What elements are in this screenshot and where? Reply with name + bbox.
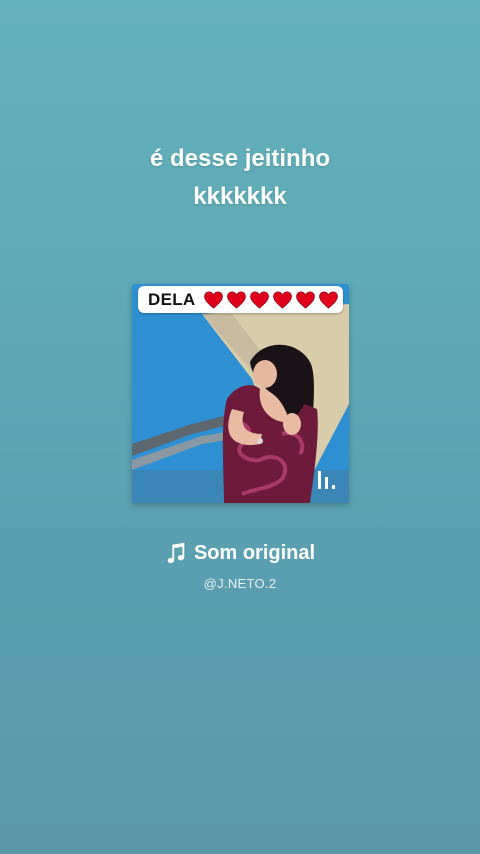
video-caption: é desse jeitinho kkkkkkk (0, 140, 480, 216)
heart-icon (250, 290, 270, 309)
heart-icon (319, 290, 339, 309)
sound-title-row[interactable]: Som original (0, 538, 480, 568)
caption-line-1: é desse jeitinho (149, 145, 331, 172)
audio-bars-icon (318, 471, 335, 489)
sound-cover-art[interactable]: DELA (132, 284, 349, 503)
sound-title: Som original (193, 542, 316, 564)
cover-label-text: DELA (148, 289, 196, 309)
heart-icon (227, 290, 247, 309)
music-note-icon (167, 542, 185, 564)
sound-author[interactable]: @J.NETO.2 (0, 576, 480, 591)
hearts-row (203, 290, 341, 309)
caption-line-2: kkkkkkk (193, 183, 287, 210)
heart-icon (273, 290, 293, 309)
cover-label: DELA (138, 286, 343, 313)
heart-icon (204, 290, 224, 309)
heart-icon (296, 290, 316, 309)
